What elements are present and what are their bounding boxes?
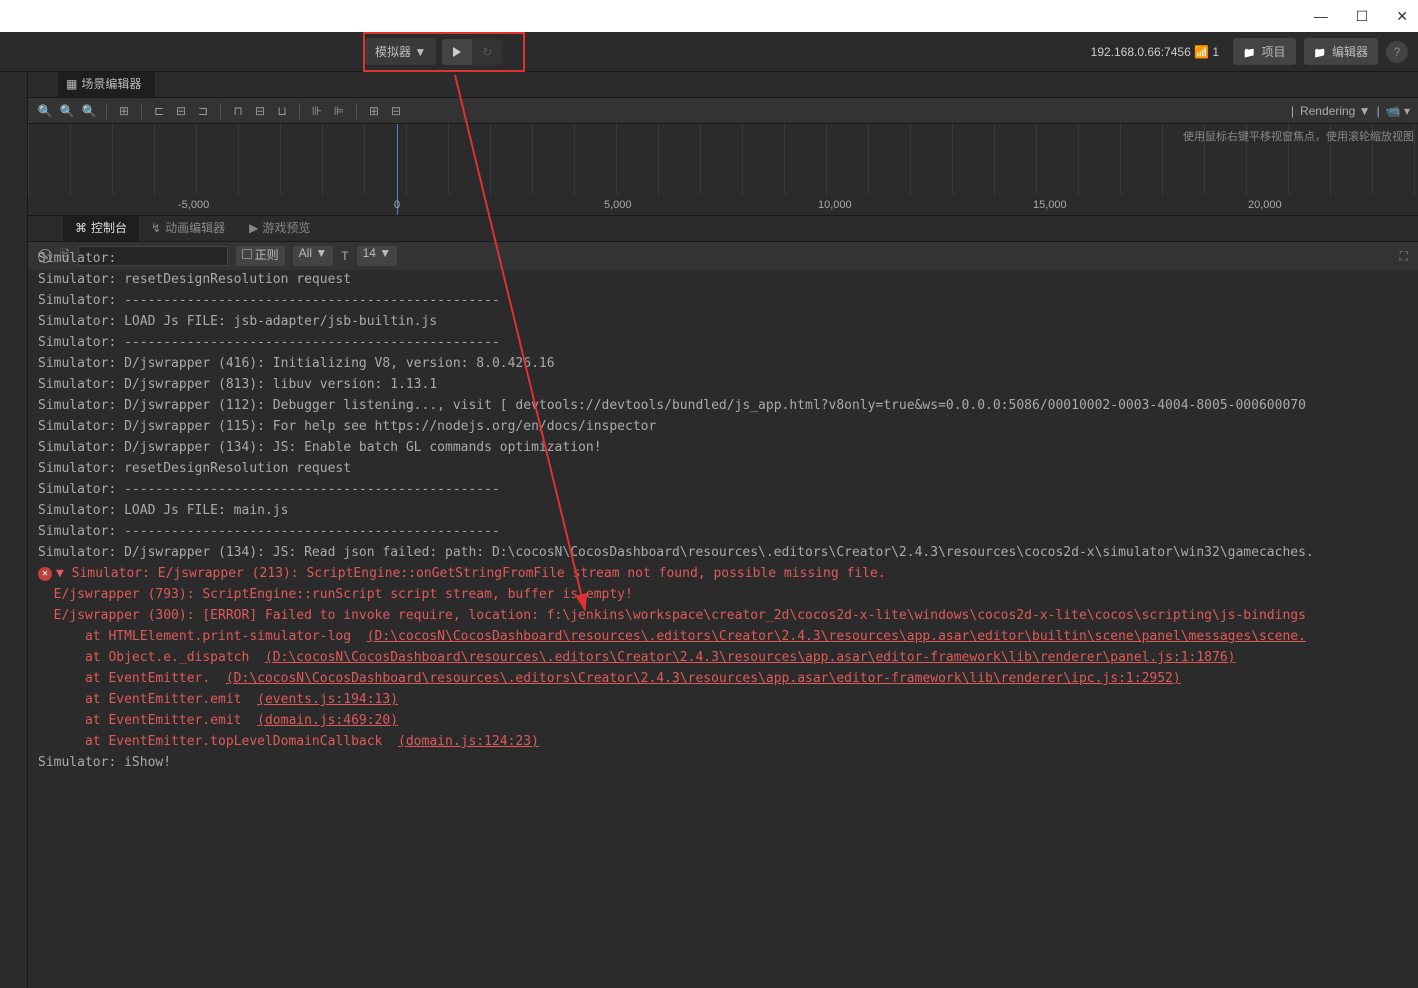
console-error-line: E/jswrapper (300): [ERROR] Failed to inv…: [38, 605, 1410, 626]
divider: |: [1291, 104, 1294, 118]
console-error-line: ✕▼ Simulator: E/jswrapper (213): ScriptE…: [38, 563, 1410, 584]
ruler-mark: 15,000: [1033, 199, 1067, 211]
ruler-hint-text: 使用鼠标右键平移视窗焦点，使用滚轮缩放视图: [1183, 128, 1414, 144]
console-error-line: at Object.e._dispatch (D:\cocosN\CocosDa…: [38, 647, 1410, 668]
ruler-mark: -5,000: [178, 199, 209, 211]
reload-button[interactable]: ↻: [472, 39, 502, 65]
help-button[interactable]: ?: [1386, 41, 1408, 63]
rendering-dropdown[interactable]: Rendering ▼: [1300, 104, 1371, 118]
align-right-icon[interactable]: ⊐: [194, 102, 212, 120]
minimize-button[interactable]: —: [1314, 8, 1328, 24]
console-log-line: Simulator: LOAD Js FILE: main.js: [38, 500, 1410, 521]
console-error-line: at EventEmitter.emit (domain.js:469:20): [38, 710, 1410, 731]
console-log-line: Simulator:: [38, 248, 1410, 269]
simulator-dropdown[interactable]: 模拟器 ▼: [365, 38, 436, 65]
console-log-line: Simulator: D/jswrapper (813): libuv vers…: [38, 374, 1410, 395]
console-log-line: Simulator: resetDesignResolution request: [38, 458, 1410, 479]
close-button[interactable]: ✕: [1396, 8, 1408, 25]
divider: [299, 103, 300, 119]
tab-animation-editor[interactable]: ↯动画编辑器: [139, 214, 237, 241]
stack-trace-link[interactable]: (domain.js:124:23): [398, 734, 539, 749]
stack-trace-link[interactable]: (domain.js:469:20): [257, 713, 398, 728]
divider: [220, 103, 221, 119]
align-left-icon[interactable]: ⊏: [150, 102, 168, 120]
tab-game-preview[interactable]: ▶游戏预览: [237, 214, 322, 241]
console-error-line: at EventEmitter. (D:\cocosN\CocosDashboa…: [38, 668, 1410, 689]
zoom-reset-icon[interactable]: 🔍: [80, 102, 98, 120]
console-log-line: Simulator: -----------------------------…: [38, 332, 1410, 353]
tab-console[interactable]: ⌘控制台: [63, 214, 139, 241]
play-button[interactable]: [442, 39, 472, 65]
align-center-h-icon[interactable]: ⊟: [172, 102, 190, 120]
console-log-line: Simulator: D/jswrapper (134): JS: Read j…: [38, 542, 1410, 563]
console-error-line: at EventEmitter.topLevelDomainCallback (…: [38, 731, 1410, 752]
main-toolbar: 模拟器 ▼ ↻ 192.168.0.66:7456 📶 1 项目 编辑器 ?: [0, 32, 1418, 72]
console-log-line: Simulator: -----------------------------…: [38, 479, 1410, 500]
ruler-mark: 5,000: [604, 199, 632, 211]
tool-b-icon[interactable]: ⊟: [387, 102, 405, 120]
console-error-line: at HTMLElement.print-simulator-log (D:\c…: [38, 626, 1410, 647]
zoom-out-icon[interactable]: 🔍: [58, 102, 76, 120]
divider: [106, 103, 107, 119]
distribute-v-icon[interactable]: ⊫: [330, 102, 348, 120]
camera-icon[interactable]: 📹 ▾: [1386, 104, 1410, 118]
editor-button[interactable]: 编辑器: [1304, 38, 1378, 65]
window-titlebar: — ☐ ✕: [0, 0, 1418, 32]
tool-a-icon[interactable]: ⊞: [365, 102, 383, 120]
align-bottom-icon[interactable]: ⊔: [273, 102, 291, 120]
scene-mini-toolbar: 🔍 🔍 🔍 ⊞ ⊏ ⊟ ⊐ ⊓ ⊟ ⊔ ⊪ ⊫ ⊞ ⊟ | Rendering …: [28, 98, 1418, 124]
console-log-line: Simulator: LOAD Js FILE: jsb-adapter/jsb…: [38, 311, 1410, 332]
console-log-line: Simulator: D/jswrapper (416): Initializi…: [38, 353, 1410, 374]
divider: |: [1377, 104, 1380, 118]
ruler-mark: 10,000: [818, 199, 852, 211]
divider: [356, 103, 357, 119]
bottom-panel-tabs: ⌘控制台 ↯动画编辑器 ▶游戏预览: [28, 216, 1418, 242]
divider: [141, 103, 142, 119]
console-log-line: Simulator: D/jswrapper (115): For help s…: [38, 416, 1410, 437]
ip-address-label: 192.168.0.66:7456 📶 1: [1091, 45, 1219, 59]
left-gutter: [0, 72, 28, 988]
maximize-button[interactable]: ☐: [1356, 8, 1369, 25]
console-log-line: Simulator: resetDesignResolution request: [38, 269, 1410, 290]
align-middle-icon[interactable]: ⊟: [251, 102, 269, 120]
stack-trace-link[interactable]: (D:\cocosN\CocosDashboard\resources\.edi…: [367, 629, 1306, 644]
zoom-in-icon[interactable]: 🔍: [36, 102, 54, 120]
tab-scene-editor[interactable]: ▦场景编辑器: [58, 70, 155, 97]
project-button[interactable]: 项目: [1233, 38, 1295, 65]
stack-trace-link[interactable]: (events.js:194:13): [257, 692, 398, 707]
scene-tabs: ▦场景编辑器: [28, 72, 1418, 98]
console-log-line: Simulator: D/jswrapper (134): JS: Enable…: [38, 437, 1410, 458]
ruler-mark: 0: [394, 199, 400, 211]
console-log-line: Simulator: -----------------------------…: [38, 521, 1410, 542]
stack-trace-link[interactable]: (D:\cocosN\CocosDashboard\resources\.edi…: [265, 650, 1236, 665]
error-icon: ✕: [38, 567, 52, 581]
align-top-icon[interactable]: ⊓: [229, 102, 247, 120]
console-error-line: E/jswrapper (793): ScriptEngine::runScri…: [38, 584, 1410, 605]
ruler-mark: 20,000: [1248, 199, 1282, 211]
timeline-ruler[interactable]: 使用鼠标右键平移视窗焦点，使用滚轮缩放视图 -5,000 0 5,000 10,…: [28, 124, 1418, 216]
console-log-line: Simulator: -----------------------------…: [38, 290, 1410, 311]
tool-1-icon[interactable]: ⊞: [115, 102, 133, 120]
console-error-line: at EventEmitter.emit (events.js:194:13): [38, 689, 1410, 710]
stack-trace-link[interactable]: (D:\cocosN\CocosDashboard\resources\.edi…: [226, 671, 1181, 686]
console-output[interactable]: Simulator:Simulator: resetDesignResoluti…: [30, 244, 1418, 988]
distribute-h-icon[interactable]: ⊪: [308, 102, 326, 120]
console-log-line: Simulator: iShow!: [38, 752, 1410, 773]
console-log-line: Simulator: D/jswrapper (112): Debugger l…: [38, 395, 1410, 416]
